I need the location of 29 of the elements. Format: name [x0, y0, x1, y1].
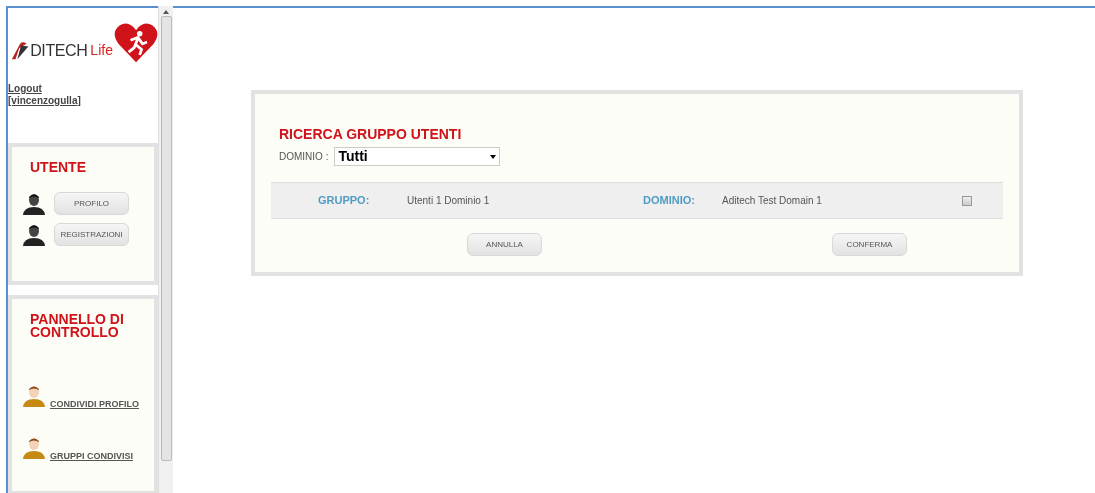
- person-icon: [22, 192, 46, 215]
- sidebar-link[interactable]: CONDIVIDI PROFILO: [50, 397, 139, 411]
- person-icon: [22, 223, 46, 246]
- filter-label: DOMINIO :: [279, 150, 329, 164]
- menu-button[interactable]: PROFILO: [54, 192, 129, 215]
- panel-title: UTENTE: [29, 161, 87, 174]
- person-icon: [22, 385, 46, 407]
- logout-link[interactable]: Logout: [8, 83, 158, 95]
- field-value: Utenti 1 Dominio 1: [407, 194, 491, 208]
- caret-icon: [490, 154, 497, 159]
- field-label: DOMINIO:: [643, 193, 696, 209]
- action-button[interactable]: ANNULLA: [467, 233, 542, 256]
- swoosh-icon: [10, 39, 31, 62]
- username-link[interactable]: [vincenzogulla]: [8, 95, 158, 107]
- action-button[interactable]: CONFERMA: [832, 233, 907, 256]
- field-value: Aditech Test Domain 1: [722, 194, 823, 208]
- domain-select[interactable]: Tutti: [334, 147, 501, 166]
- menu-button[interactable]: REGISTRAZIONI: [54, 223, 129, 246]
- scrollbar-thumb[interactable]: [160, 16, 172, 461]
- scrollbar[interactable]: [158, 6, 173, 493]
- logo-text: DITECH: [30, 40, 88, 61]
- row-checkbox[interactable]: [962, 195, 972, 206]
- scroll-up-icon[interactable]: [163, 10, 169, 14]
- logo-text: Life: [90, 41, 113, 60]
- sidebar-link[interactable]: GRUPPI CONDIVISI: [50, 449, 133, 463]
- field-label: GRUPPO:: [318, 193, 371, 209]
- panel-title: PANNELLO DI CONTROLLO: [29, 313, 125, 339]
- panel-title: RICERCA GRUPPO UTENTI: [278, 125, 463, 144]
- person-icon: [22, 437, 46, 459]
